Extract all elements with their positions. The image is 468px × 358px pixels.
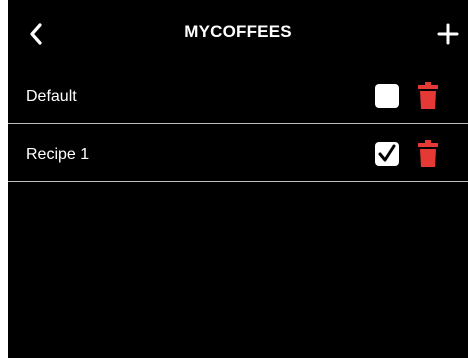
add-recipe-button[interactable] <box>434 20 462 48</box>
select-checkbox[interactable] <box>375 84 399 108</box>
recipe-row-recipe-1[interactable]: Recipe 1 <box>8 126 468 182</box>
recipe-label: Default <box>26 88 77 105</box>
recipe-label: Recipe 1 <box>26 146 90 163</box>
page-title: MYCOFFEES <box>184 22 292 41</box>
trash-icon[interactable] <box>416 140 440 168</box>
mycoffees-screen: MYCOFFEES Default Recipe 1 <box>8 0 468 358</box>
select-checkbox[interactable] <box>375 142 399 166</box>
trash-icon[interactable] <box>416 82 440 110</box>
recipe-row-default[interactable]: Default <box>8 68 468 124</box>
plus-icon <box>437 23 459 45</box>
row-divider <box>8 181 468 182</box>
row-divider <box>8 123 468 124</box>
header-bar: MYCOFFEES <box>8 0 468 68</box>
checkmark-icon <box>378 144 396 162</box>
